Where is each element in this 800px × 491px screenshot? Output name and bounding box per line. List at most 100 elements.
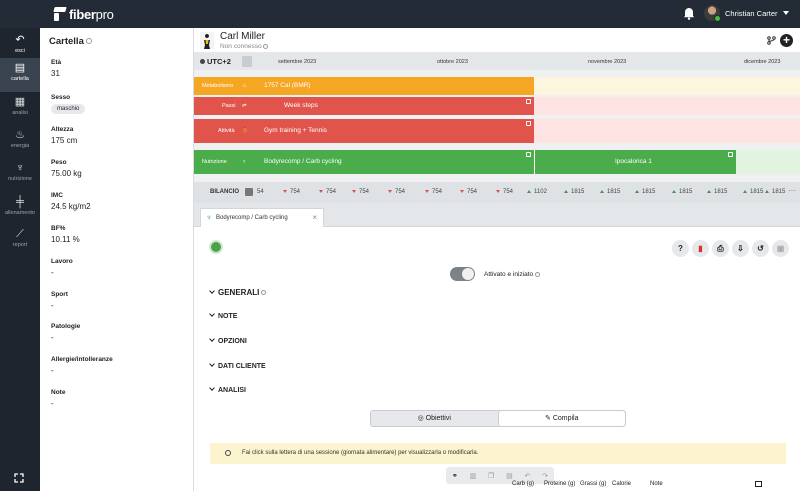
- link-icon[interactable]: ⚭: [452, 472, 458, 480]
- column-header: Note: [650, 481, 663, 487]
- steps-empty[interactable]: [534, 97, 800, 115]
- nav-item-nutrizione[interactable]: ♆ nutrizione: [0, 158, 40, 192]
- nav-label: cartella: [11, 76, 29, 82]
- balance-value: 1815: [600, 189, 620, 195]
- add-button[interactable]: +: [780, 34, 793, 47]
- app-logo[interactable]: fiberpro: [54, 5, 114, 23]
- arrow-up-icon: [527, 189, 531, 193]
- section-generali[interactable]: GENERALI: [209, 288, 267, 297]
- balance-value: 754: [283, 189, 300, 195]
- field-eta: Età 31: [51, 59, 62, 78]
- activated-toggle[interactable]: [450, 267, 475, 281]
- column-header: Carb (g): [512, 481, 535, 487]
- calendar-icon[interactable]: [242, 56, 252, 67]
- logo-text-light: pro: [95, 6, 114, 22]
- undo-icon[interactable]: ↶: [524, 472, 530, 480]
- top-bar: fiberpro Christian Carter: [0, 0, 800, 28]
- copy-icon[interactable]: ❐: [488, 472, 494, 480]
- edit-icon[interactable]: [526, 99, 531, 104]
- print-button[interactable]: ⎙: [712, 240, 729, 257]
- section-opzioni[interactable]: OPZIONI: [209, 336, 247, 345]
- section-analisi[interactable]: ANALISI: [209, 385, 246, 394]
- chart-icon: ⟋: [16, 228, 24, 240]
- fork-knife-icon: ♆: [15, 162, 25, 174]
- info-icon[interactable]: [263, 43, 269, 49]
- scale-icon: [245, 188, 253, 196]
- nutrition-bar-ipocalorica[interactable]: Ipocalorica 1: [534, 150, 736, 174]
- branch-icon[interactable]: [767, 36, 776, 45]
- nav-item-allenamento[interactable]: ╪ allenamento: [0, 192, 40, 226]
- field-altezza: Altezza 175 cm: [51, 126, 78, 145]
- edit-toolbar: ⚭ ▥ ❐ ▤ ↶ ↷: [446, 467, 554, 484]
- arrow-up-icon: [672, 189, 676, 193]
- logo-text-bold: fiber: [69, 6, 96, 22]
- shoe-icon: ⇌: [242, 103, 247, 109]
- row-label-metabolismo: Metabolismo ♨: [194, 77, 256, 95]
- columns-icon[interactable]: [755, 481, 762, 487]
- trash-icon[interactable]: ▥: [470, 472, 477, 480]
- activity-bar[interactable]: Gym training + Tennis: [256, 119, 534, 143]
- info-icon[interactable]: [261, 290, 267, 296]
- column-header: Proteine (g): [544, 481, 576, 487]
- tab-compila[interactable]: ✎ Compila: [497, 411, 625, 426]
- user-menu[interactable]: Christian Carter: [704, 5, 789, 22]
- field-sesso: Sesso maschio: [51, 94, 86, 114]
- logo-mark-icon: [54, 7, 66, 21]
- plan-content: ? ▮ ⎙ ⇩ ↺ ▣ Attivato e iniziato GENERALI…: [194, 227, 800, 491]
- clipboard-icon: ▤: [14, 62, 26, 74]
- field-bf: BF% 10.11 %: [51, 225, 80, 244]
- row-label-nutrizione: Nutrizione ♆: [194, 150, 256, 174]
- section-note[interactable]: NOTE: [209, 311, 237, 320]
- nav-label: esci: [15, 48, 25, 54]
- steps-bar[interactable]: Week steps: [256, 97, 534, 115]
- flame-icon: ♨: [15, 129, 25, 141]
- info-icon[interactable]: [535, 271, 541, 277]
- balance-value: 1815: [564, 189, 584, 195]
- target-icon: ◎: [417, 415, 426, 422]
- balance-value: 1815: [765, 189, 785, 195]
- arrow-down-icon: [496, 189, 500, 193]
- month-label: ottobre 2023: [437, 59, 468, 65]
- info-icon: [225, 450, 231, 456]
- bell-icon[interactable]: [683, 7, 695, 20]
- balance-value: 754: [388, 189, 405, 195]
- nav-item-energia[interactable]: ♨ energia: [0, 125, 40, 159]
- fullscreen-icon[interactable]: [14, 473, 24, 483]
- nav-item-report[interactable]: ⟋ report: [0, 224, 40, 258]
- more-icon[interactable]: ···: [788, 186, 796, 195]
- section-dati-cliente[interactable]: DATI CLIENTE: [209, 361, 266, 370]
- export-button[interactable]: ⇩: [732, 240, 749, 257]
- globe-icon: [200, 59, 205, 64]
- close-icon[interactable]: ×: [312, 209, 317, 227]
- client-name: Carl Miller: [220, 31, 265, 42]
- tab-obiettivi[interactable]: ◎ Obiettivi: [371, 411, 498, 426]
- dumbbell-icon: ╪: [16, 196, 24, 208]
- save-button[interactable]: ▣: [772, 240, 789, 257]
- paste-icon[interactable]: ▤: [506, 472, 513, 480]
- edit-icon[interactable]: [526, 152, 531, 157]
- field-note: Note -: [51, 389, 66, 408]
- nutrition-empty[interactable]: [736, 150, 800, 174]
- metabolism-empty[interactable]: [534, 77, 800, 95]
- field-allergie: Allergie/intolleranze -: [51, 356, 113, 375]
- nav-item-analisi[interactable]: ▦ analisi: [0, 92, 40, 126]
- history-button[interactable]: ↺: [752, 240, 769, 257]
- edit-icon[interactable]: [728, 152, 733, 157]
- pdf-button[interactable]: ▮: [692, 240, 709, 257]
- redo-icon[interactable]: ↷: [542, 472, 548, 480]
- edit-icon[interactable]: [526, 121, 531, 126]
- tab-bodyrecomp[interactable]: ♆ Bodyrecomp / Carb cycling ×: [200, 208, 324, 227]
- timezone-selector[interactable]: UTC+2: [200, 57, 231, 66]
- arrow-down-icon: [460, 189, 464, 193]
- info-icon[interactable]: [85, 38, 92, 45]
- nutrition-bar-bodyrecomp[interactable]: Bodyrecomp / Carb cycling: [256, 150, 534, 174]
- help-button[interactable]: ?: [672, 240, 689, 257]
- metabolism-bar[interactable]: 1757 Cal (BMR): [256, 77, 534, 95]
- activity-empty[interactable]: [534, 119, 800, 143]
- arrow-up-icon: [600, 189, 604, 193]
- field-sport: Sport -: [51, 291, 68, 310]
- month-label: settembre 2023: [278, 59, 317, 65]
- arrow-down-icon: [319, 189, 323, 193]
- nav-item-cartella[interactable]: ▤ cartella: [0, 58, 40, 92]
- view-switch: ◎ Obiettivi ✎ Compila: [370, 410, 626, 427]
